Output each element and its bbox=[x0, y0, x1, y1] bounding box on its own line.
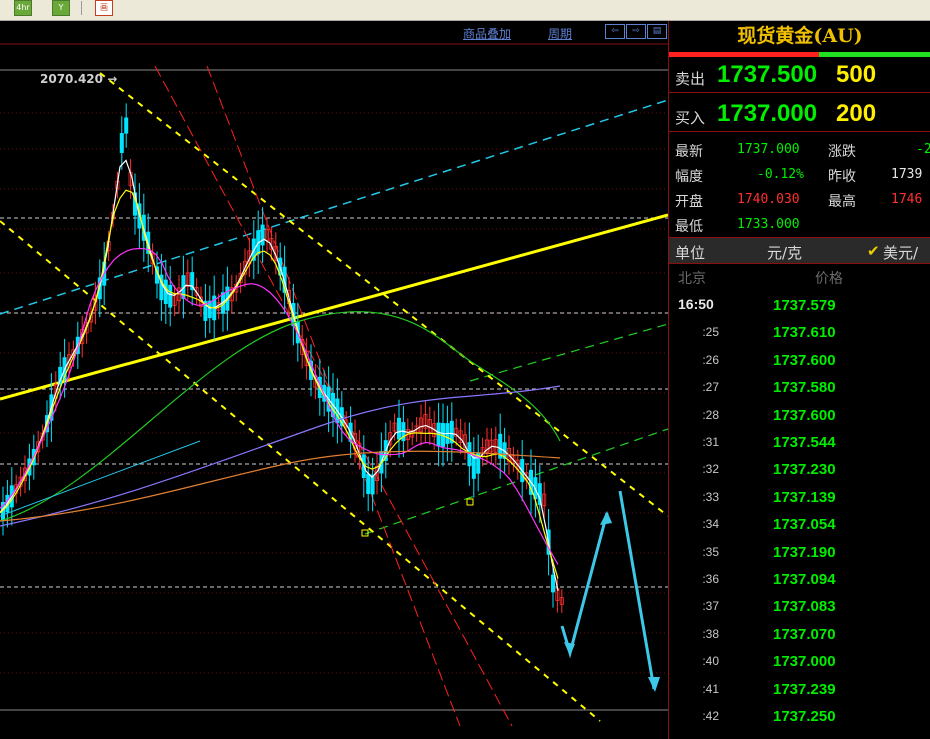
candle-body bbox=[370, 474, 375, 495]
tick-price: 1737.190 bbox=[773, 543, 836, 561]
toolbar: 4hr Y 画 bbox=[0, 0, 930, 21]
low-value: 1733.000 bbox=[737, 217, 800, 232]
tick-price: 1737.000 bbox=[773, 653, 836, 671]
forecast-arrow-head-up bbox=[600, 511, 612, 525]
forecast-arrow-path bbox=[560, 512, 609, 659]
arrow-right-icon[interactable]: ⇨ bbox=[626, 24, 646, 39]
change-value: -2 bbox=[916, 142, 930, 157]
candle-body bbox=[551, 574, 556, 593]
sell-volume: 500 bbox=[836, 61, 877, 88]
tick-time: :32 bbox=[702, 462, 719, 477]
instrument-title: 现货黄金(AU) bbox=[737, 25, 863, 47]
tick-price: 1737.610 bbox=[773, 324, 836, 342]
last-value: 1737.000 bbox=[737, 142, 800, 157]
high-price-label: 2070.420 → bbox=[40, 72, 118, 86]
candle-body bbox=[168, 284, 173, 308]
candle-body bbox=[260, 224, 265, 246]
tick-price: 1737.070 bbox=[773, 625, 836, 643]
buy-price: 1737.000 bbox=[717, 100, 818, 127]
tick-price: 1737.083 bbox=[773, 598, 836, 616]
buy-row: 买入 1737.000 200 bbox=[669, 97, 930, 132]
panel-icon[interactable]: ▤ bbox=[647, 24, 667, 39]
ma10-line bbox=[0, 189, 559, 579]
ma250-line bbox=[0, 450, 561, 522]
open-label: 开盘 bbox=[675, 194, 703, 210]
tick-price: 1737.544 bbox=[773, 434, 836, 451]
tick-time: :27 bbox=[702, 380, 719, 395]
quote-panel: 现货黄金(AU) 卖出 1737.500 500 买入 1737.000 200… bbox=[668, 21, 930, 739]
candle-body bbox=[396, 417, 401, 440]
candle-body bbox=[207, 300, 212, 319]
tick-time: :33 bbox=[702, 489, 719, 504]
tick-time: :40 bbox=[702, 654, 719, 669]
candle-body bbox=[124, 117, 129, 134]
buy-volume: 200 bbox=[836, 100, 877, 127]
overlay-menu-link[interactable]: 商品叠加 bbox=[463, 25, 511, 42]
range-value: -0.12% bbox=[757, 167, 804, 182]
arrow-left-icon[interactable]: ⇦ bbox=[605, 24, 625, 39]
period-4hr-button[interactable]: 4hr bbox=[14, 0, 32, 16]
prev-close-value: 1739 bbox=[891, 167, 923, 182]
candle-body bbox=[119, 133, 124, 153]
prev-close-label: 昨收 bbox=[828, 169, 856, 185]
tick-time: :38 bbox=[702, 626, 719, 641]
title-bar-red bbox=[669, 52, 819, 57]
marker-box bbox=[466, 498, 474, 506]
yellow-dash-lower bbox=[0, 220, 601, 722]
period-menu-link[interactable]: 周期 bbox=[548, 25, 572, 42]
low-label: 最低 bbox=[675, 219, 703, 235]
tick-time: :26 bbox=[702, 352, 719, 367]
sell-price: 1737.500 bbox=[717, 61, 818, 88]
tick-time: :25 bbox=[702, 325, 719, 340]
tick-price: 1737.600 bbox=[773, 351, 836, 369]
high-value: 1746 bbox=[891, 192, 923, 207]
chart-nav-icons: ⇦ ⇨ ▤ bbox=[605, 24, 667, 39]
high-label: 最高 bbox=[828, 194, 856, 210]
sell-row: 卖出 1737.500 500 bbox=[669, 58, 930, 93]
toolbar-divider bbox=[81, 1, 82, 15]
tick-time: 16:50 bbox=[678, 296, 714, 312]
forecast-arrow-head-mid bbox=[564, 642, 575, 656]
tick-time: :35 bbox=[702, 544, 719, 559]
unit-row: 单位 元/克 ✔ 美元/ bbox=[669, 237, 930, 264]
tick-price: 1737.094 bbox=[773, 571, 836, 588]
tick-price: 1737.239 bbox=[773, 680, 836, 698]
candle-body bbox=[366, 473, 371, 495]
candle-body bbox=[471, 455, 476, 479]
tick-price: 1737.579 bbox=[773, 297, 836, 314]
tick-time: :34 bbox=[702, 517, 719, 532]
tick-time: :28 bbox=[702, 407, 719, 422]
tick-price: 1737.580 bbox=[773, 379, 836, 397]
draw-tool-button[interactable]: 画 bbox=[95, 0, 113, 16]
tick-price: 1737.250 bbox=[773, 708, 836, 725]
yearly-button[interactable]: Y bbox=[52, 0, 70, 16]
unit-alt[interactable]: 美元/ bbox=[883, 242, 918, 263]
range-label: 幅度 bbox=[675, 169, 703, 185]
kline-chart[interactable]: 商品叠加 周期 ⇦ ⇨ ▤ 2070.420 → bbox=[0, 21, 668, 739]
tick-price: 1737.054 bbox=[773, 516, 836, 534]
title-bar-green bbox=[819, 52, 930, 57]
unit-label: 单位 bbox=[675, 244, 706, 262]
tick-price: 1737.230 bbox=[773, 461, 836, 479]
forecast-arrow-down bbox=[618, 490, 656, 690]
tick-price: 1737.139 bbox=[773, 488, 836, 506]
tick-time-header: 北京 bbox=[678, 271, 706, 287]
tick-price-header: 价格 bbox=[815, 271, 843, 287]
sell-label: 卖出 bbox=[675, 70, 706, 88]
last-label: 最新 bbox=[675, 144, 703, 160]
tick-time: :37 bbox=[702, 599, 719, 614]
tick-time: :42 bbox=[702, 709, 719, 723]
open-value: 1740.030 bbox=[737, 192, 800, 207]
chart-canvas[interactable] bbox=[0, 21, 668, 739]
high-price-value: 2070.420 bbox=[40, 72, 104, 86]
tick-time: :36 bbox=[702, 572, 719, 586]
change-label: 涨跌 bbox=[828, 144, 856, 160]
buy-label: 买入 bbox=[675, 109, 706, 127]
tick-price: 1737.600 bbox=[773, 406, 836, 424]
tick-time: :41 bbox=[702, 681, 719, 696]
forecast-arrow-head-down bbox=[648, 677, 660, 692]
unit-value: 元/克 bbox=[767, 244, 803, 262]
tick-time: :31 bbox=[702, 435, 719, 449]
unit-check-icon[interactable]: ✔ bbox=[867, 242, 880, 260]
